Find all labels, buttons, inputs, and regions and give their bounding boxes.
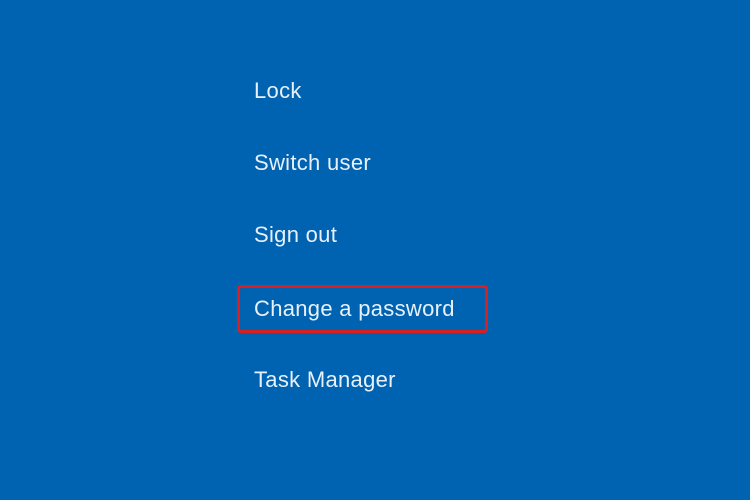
change-password-option[interactable]: Change a password <box>237 285 488 333</box>
switch-user-option[interactable]: Switch user <box>240 144 385 182</box>
task-manager-option[interactable]: Task Manager <box>240 361 410 399</box>
sign-out-option[interactable]: Sign out <box>240 216 351 254</box>
lock-option[interactable]: Lock <box>240 72 316 110</box>
security-options-menu: Lock Switch user Sign out Change a passw… <box>240 72 488 433</box>
